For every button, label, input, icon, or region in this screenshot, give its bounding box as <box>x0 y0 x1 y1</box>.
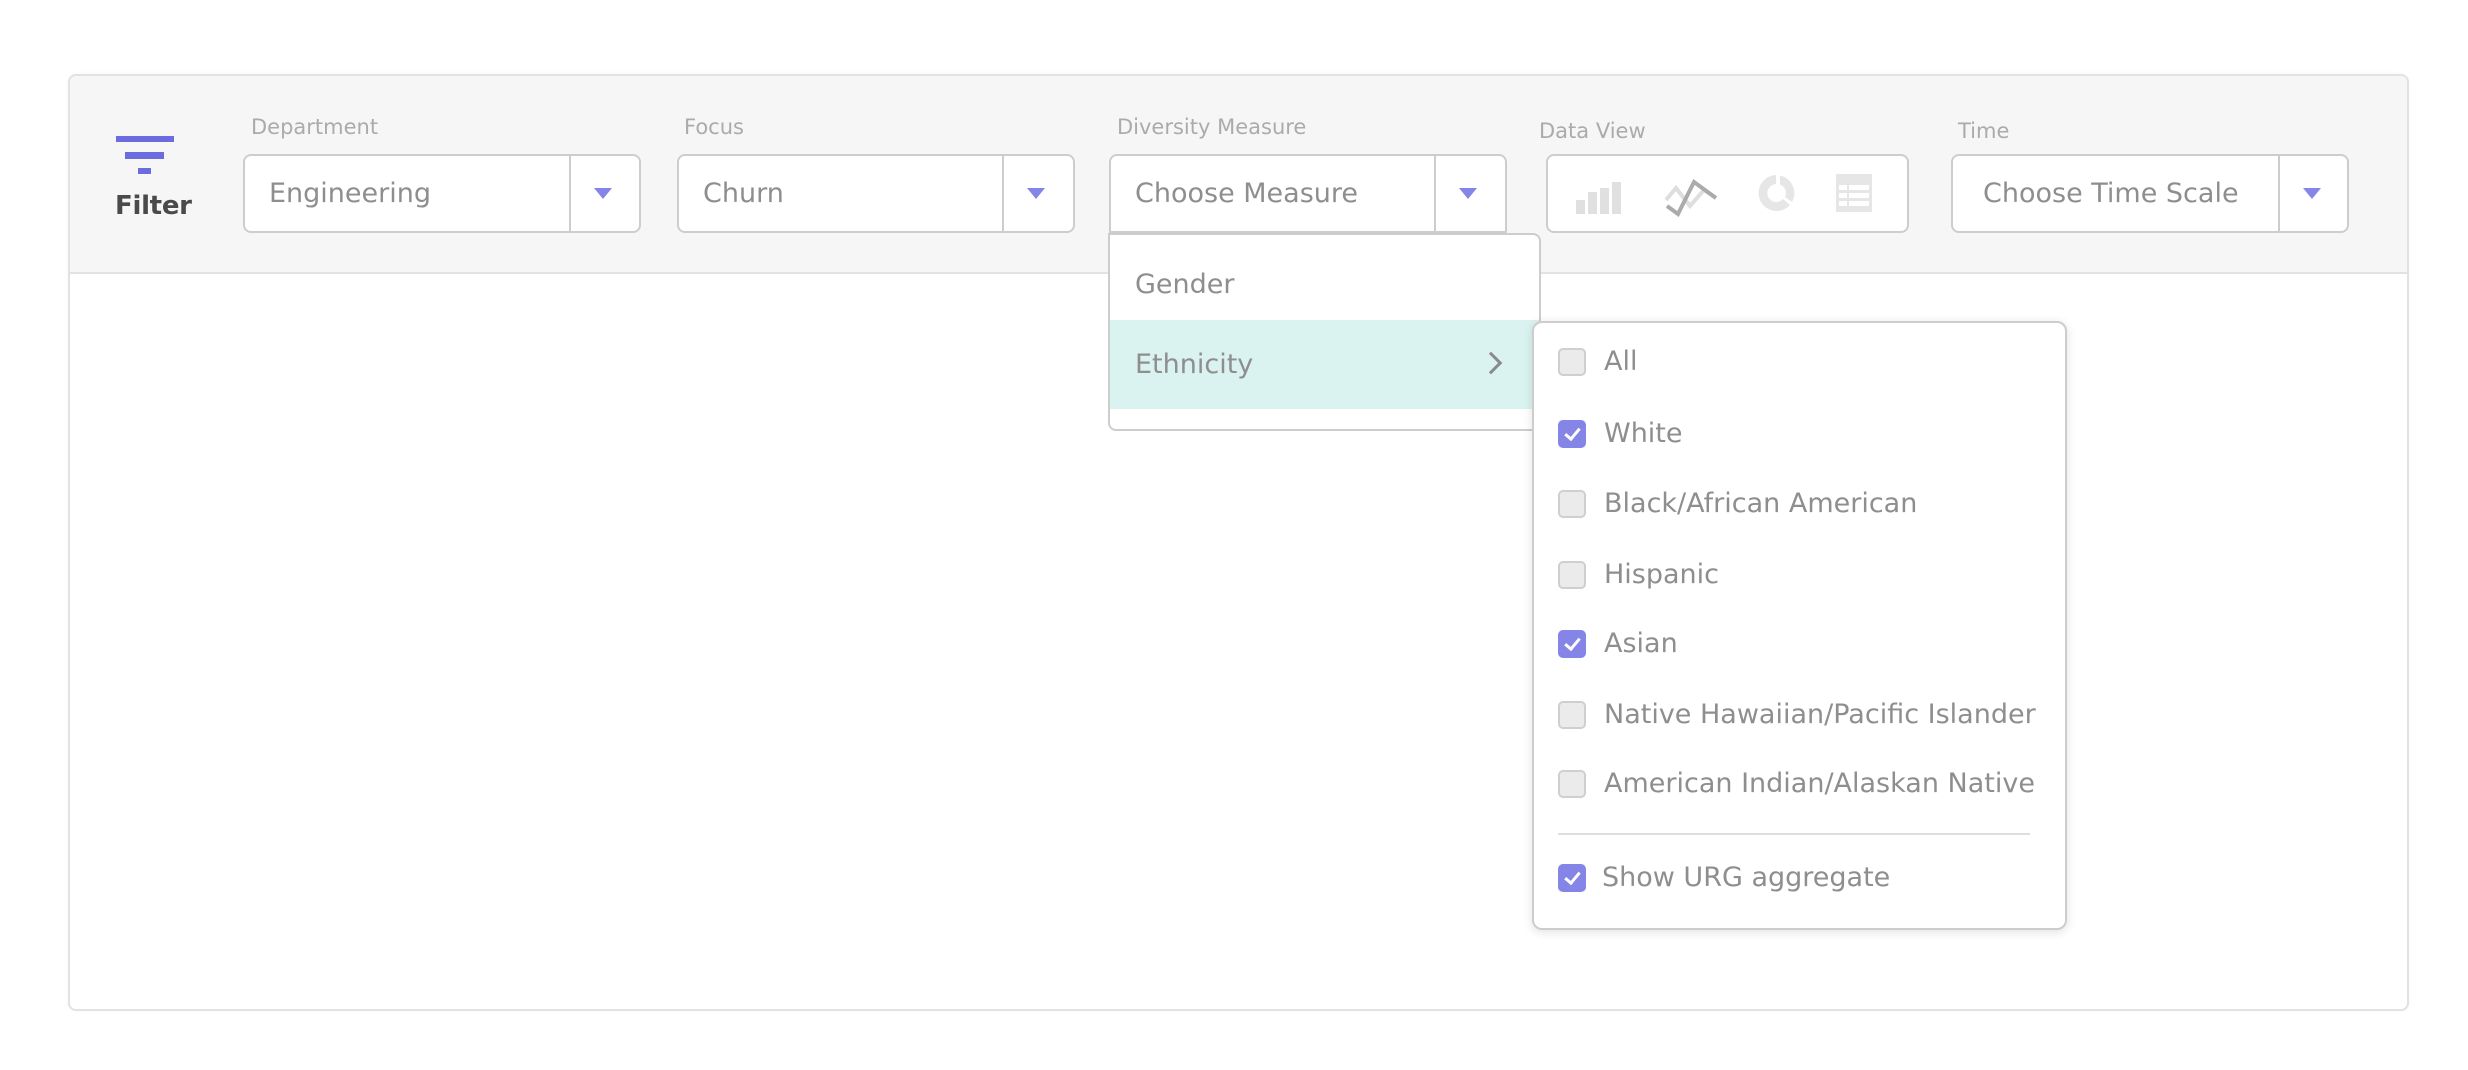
chevron-right-icon <box>1479 351 1503 375</box>
checkmark-icon <box>1564 867 1581 886</box>
checkbox-unchecked-icon[interactable] <box>1558 770 1586 798</box>
ethnicity-submenu: All White Black/African American Hispani… <box>1532 321 2067 930</box>
checkbox-label: White <box>1604 418 1683 449</box>
checkbox-white[interactable]: White <box>1534 414 2065 454</box>
checkbox-label: Black/African American <box>1604 488 1918 519</box>
time-label: Time <box>1958 119 2010 143</box>
select-divider <box>1002 156 1004 231</box>
caret-down-icon[interactable] <box>2303 188 2321 199</box>
checkbox-label: Hispanic <box>1604 559 1720 590</box>
diversity-measure-select[interactable]: Choose Measure <box>1109 154 1507 233</box>
menu-item-label: Gender <box>1135 269 1235 300</box>
department-value: Engineering <box>269 178 431 209</box>
focus-value: Churn <box>703 178 784 209</box>
diversity-measure-value: Choose Measure <box>1135 178 1359 209</box>
checkbox-checked-icon[interactable] <box>1558 630 1586 658</box>
checkbox-native-hawaiian-pacific-islander[interactable]: Native Hawaiian/Pacific Islander <box>1534 695 2065 735</box>
submenu-divider <box>1558 833 2030 835</box>
checkmark-icon <box>1564 633 1581 652</box>
checkbox-black-african-american[interactable]: Black/African American <box>1534 484 2065 524</box>
checkbox-american-indian-alaskan-native[interactable]: American Indian/Alaskan Native <box>1534 764 2065 804</box>
focus-select[interactable]: Churn <box>677 154 1075 233</box>
menu-item-gender[interactable]: Gender <box>1110 235 1539 320</box>
donut-chart-icon[interactable] <box>1756 173 1796 213</box>
line-chart-icon[interactable] <box>1664 176 1720 218</box>
checkbox-asian[interactable]: Asian <box>1534 624 2065 664</box>
checkbox-unchecked-icon[interactable] <box>1558 561 1586 589</box>
checkbox-label: Native Hawaiian/Pacific Islander <box>1604 699 2036 730</box>
focus-label: Focus <box>684 115 744 139</box>
checkbox-checked-icon[interactable] <box>1558 420 1586 448</box>
department-label: Department <box>251 115 379 139</box>
table-icon[interactable] <box>1836 174 1874 214</box>
select-divider <box>569 156 571 231</box>
checkbox-all[interactable]: All <box>1534 342 2065 382</box>
filter-label: Filter <box>115 191 192 221</box>
menu-item-label: Ethnicity <box>1135 349 1254 380</box>
data-view-toggle-group <box>1546 154 1909 233</box>
time-value: Choose Time Scale <box>1983 178 2239 209</box>
menu-item-ethnicity[interactable]: Ethnicity <box>1110 320 1539 409</box>
time-select[interactable]: Choose Time Scale <box>1951 154 2349 233</box>
data-view-label: Data View <box>1539 119 1646 143</box>
checkbox-checked-icon[interactable] <box>1558 864 1586 892</box>
diversity-measure-label: Diversity Measure <box>1117 115 1307 139</box>
checkbox-label: Show URG aggregate <box>1602 862 1891 893</box>
diversity-measure-menu: Gender Ethnicity <box>1108 233 1541 431</box>
checkbox-unchecked-icon[interactable] <box>1558 348 1586 376</box>
checkbox-label: Asian <box>1604 628 1678 659</box>
checkbox-label: American Indian/Alaskan Native <box>1604 768 2035 799</box>
department-select[interactable]: Engineering <box>243 154 641 233</box>
select-divider <box>1434 156 1436 231</box>
checkbox-hispanic[interactable]: Hispanic <box>1534 555 2065 595</box>
bar-chart-icon[interactable] <box>1576 180 1624 216</box>
caret-down-icon[interactable] <box>1459 188 1477 199</box>
checkbox-unchecked-icon[interactable] <box>1558 490 1586 518</box>
checkbox-label: All <box>1604 346 1638 377</box>
select-divider <box>2278 156 2280 231</box>
checkbox-show-urg-aggregate[interactable]: Show URG aggregate <box>1534 858 2065 898</box>
checkmark-icon <box>1564 423 1581 442</box>
caret-down-icon[interactable] <box>594 188 612 199</box>
caret-down-icon[interactable] <box>1027 188 1045 199</box>
checkbox-unchecked-icon[interactable] <box>1558 701 1586 729</box>
